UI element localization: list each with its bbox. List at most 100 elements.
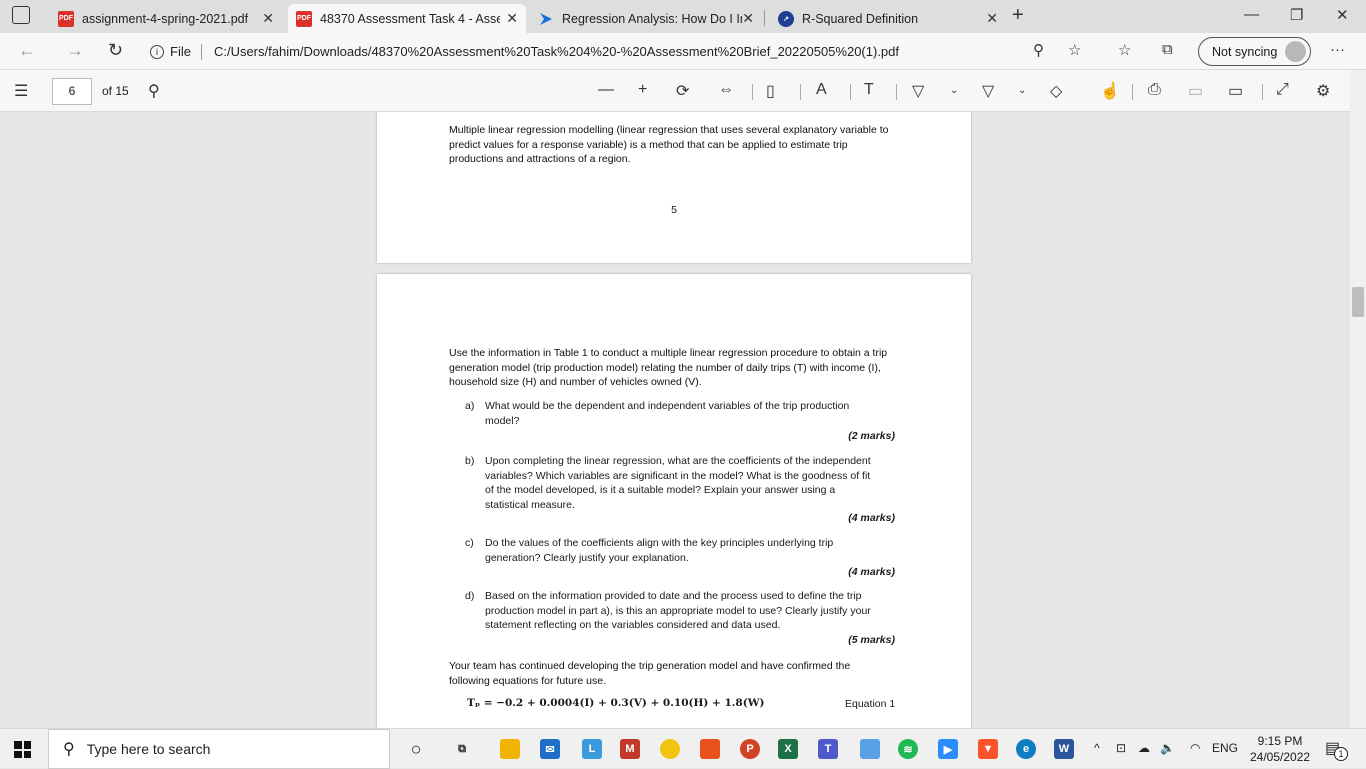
pdf-page-6: Use the information in Table 1 to conduc…	[377, 274, 971, 728]
sync-button[interactable]: Not syncing	[1198, 37, 1311, 66]
contents-icon[interactable]: ☰	[14, 81, 28, 101]
office-icon[interactable]	[700, 739, 720, 759]
marks-c: (4 marks)	[848, 566, 895, 578]
zoom-in-icon[interactable]: +	[638, 81, 647, 99]
toolbar-divider	[752, 84, 753, 100]
zoom-icon[interactable]: ⚲	[1033, 41, 1044, 59]
network-app-icon[interactable]	[860, 739, 880, 759]
scrollbar[interactable]	[1350, 70, 1366, 728]
marks-d: (5 marks)	[848, 634, 895, 646]
question-c: c) Do the values of the coefficients ali…	[465, 537, 834, 564]
zoom-out-icon[interactable]: —	[598, 81, 614, 99]
tab-regression[interactable]: Regression Analysis: How Do I In ✕	[530, 4, 762, 33]
settings-icon[interactable]: ⚙	[1316, 81, 1330, 101]
highlight-icon[interactable]: ▽	[982, 81, 994, 101]
url-text: C:/Users/fahim/Downloads/48370%20Assessm…	[213, 44, 899, 59]
powerpoint-icon[interactable]: P	[740, 739, 760, 759]
marks-a: (2 marks)	[848, 430, 895, 442]
teams-icon[interactable]: T	[818, 739, 838, 759]
refresh-icon[interactable]: ↻	[108, 40, 123, 61]
close-icon[interactable]: ✕	[506, 10, 518, 27]
mcafee-icon[interactable]: M	[620, 739, 640, 759]
address-input[interactable]: i File C:/Users/fahim/Downloads/48370%20…	[150, 38, 1070, 65]
rotate-icon[interactable]: ⟳	[676, 81, 689, 101]
close-icon[interactable]: ✕	[986, 10, 998, 27]
touch-icon[interactable]: ☝	[1100, 81, 1120, 101]
spotify-icon[interactable]: ≋	[898, 739, 918, 759]
close-icon[interactable]: ✕	[742, 10, 754, 27]
question-d: d) Based on the information provided to …	[465, 590, 871, 631]
page5-paragraph: Multiple linear regression modelling (li…	[449, 124, 889, 165]
draw-icon[interactable]: ▽	[912, 81, 924, 101]
meet-now-icon[interactable]: ⊡	[1116, 741, 1126, 755]
page-number-input[interactable]: 6	[52, 78, 92, 105]
search-icon: ⚲	[63, 741, 75, 758]
taskbar-search-input[interactable]: ⚲ Type here to search	[48, 729, 390, 769]
onedrive-icon[interactable]: ☁	[1138, 741, 1150, 755]
erase-icon[interactable]: ◇	[1050, 81, 1062, 101]
close-icon[interactable]: ✕	[262, 10, 274, 27]
word-icon[interactable]: W	[1054, 739, 1074, 759]
pdf-toolbar: ☰ 6 of 15 ⚲ — + ⟳ ⇔ ▯ A T ▽ ⌄ ▽ ⌄ ◇ ☝ ⎙ …	[0, 70, 1366, 112]
cortana-icon[interactable]: ○	[406, 739, 426, 759]
windows-start-icon[interactable]	[14, 741, 31, 758]
read-aloud-icon[interactable]: A	[816, 81, 827, 99]
toolbar-divider	[850, 84, 851, 100]
pdf-icon: PDF	[58, 10, 74, 27]
mail-icon[interactable]: ✉	[540, 739, 560, 759]
minimize-icon[interactable]: —	[1244, 6, 1259, 23]
close-window-icon[interactable]: ✕	[1336, 6, 1349, 24]
restore-icon[interactable]: ❐	[1290, 6, 1303, 24]
volume-icon[interactable]: 🔈	[1160, 741, 1175, 755]
chevron-down-icon[interactable]: ⌄	[1018, 85, 1026, 96]
more-icon[interactable]: ···	[1330, 41, 1345, 58]
tab-assignment[interactable]: PDF assignment-4-spring-2021.pdf ✕	[50, 4, 282, 33]
chevron-down-icon[interactable]: ⌄	[950, 85, 958, 96]
chevron-up-icon[interactable]: ^	[1094, 741, 1100, 755]
add-favorite-icon[interactable]: ☆	[1068, 41, 1081, 59]
page-count: of 15	[102, 84, 129, 98]
address-bar-row: ← → ↻ i File C:/Users/fahim/Downloads/48…	[0, 33, 1366, 70]
language-indicator[interactable]: ENG	[1212, 741, 1238, 755]
task-view-icon[interactable]: ⧉	[452, 739, 472, 759]
forward-icon[interactable]: →	[66, 40, 84, 61]
fit-width-icon[interactable]: ⇔	[718, 81, 734, 99]
wifi-icon[interactable]: ◠	[1190, 741, 1200, 755]
zoom-app-icon[interactable]: ▶	[938, 739, 958, 759]
file-explorer-icon[interactable]	[500, 739, 520, 759]
equation-label: Equation 1	[845, 698, 896, 710]
scrollbar-thumb[interactable]	[1352, 287, 1364, 317]
collections-icon[interactable]: ⧉	[1162, 41, 1173, 58]
new-tab-icon[interactable]: +	[1012, 4, 1024, 27]
toolbar-divider	[1132, 84, 1133, 100]
chrome-icon[interactable]	[660, 739, 680, 759]
excel-icon[interactable]: X	[778, 739, 798, 759]
page-view-icon[interactable]: ▯	[766, 81, 775, 101]
tab-assessment[interactable]: PDF 48370 Assessment Task 4 - Asses ✕	[288, 4, 526, 33]
marks-b: (4 marks)	[848, 512, 895, 524]
equation-1: Tₚ = −0.2 + 0.0004(I) + 0.3(V) + 0.10(H)…	[467, 697, 765, 709]
search-icon[interactable]: ⚲	[148, 81, 160, 101]
taskbar: ⚲ Type here to search ○ ⧉ ✉ L M P X T ≋ …	[0, 728, 1366, 769]
back-icon[interactable]: ←	[18, 40, 36, 61]
page-number: 5	[671, 204, 677, 216]
tab-actions-icon[interactable]	[12, 6, 30, 24]
pdf-icon: PDF	[296, 10, 312, 27]
print-icon[interactable]: ⎙	[1148, 81, 1161, 99]
lync-icon[interactable]: L	[582, 739, 602, 759]
fullscreen-icon[interactable]: ⤢	[1276, 81, 1289, 99]
save-icon[interactable]: ▭	[1188, 81, 1203, 101]
brave-icon[interactable]: ▼	[978, 739, 998, 759]
tab-rsquared[interactable]: ↗ R-Squared Definition ✕	[770, 4, 1006, 33]
save-as-icon[interactable]: ▭	[1228, 81, 1243, 101]
pdf-viewer[interactable]: Multiple linear regression modelling (li…	[0, 112, 1350, 728]
notification-badge: 1	[1334, 747, 1348, 761]
pdf-page-5: Multiple linear regression modelling (li…	[377, 112, 971, 263]
info-icon[interactable]: i	[150, 44, 164, 59]
text-box-icon[interactable]: T	[864, 81, 874, 99]
edge-icon[interactable]: e	[1016, 739, 1036, 759]
site-logo-icon: ↗	[778, 10, 794, 27]
favorites-icon[interactable]: ☆	[1118, 41, 1131, 59]
clock[interactable]: 9:15 PM 24/05/2022	[1250, 733, 1310, 765]
question-a: a) What would be the dependent and indep…	[465, 400, 850, 427]
